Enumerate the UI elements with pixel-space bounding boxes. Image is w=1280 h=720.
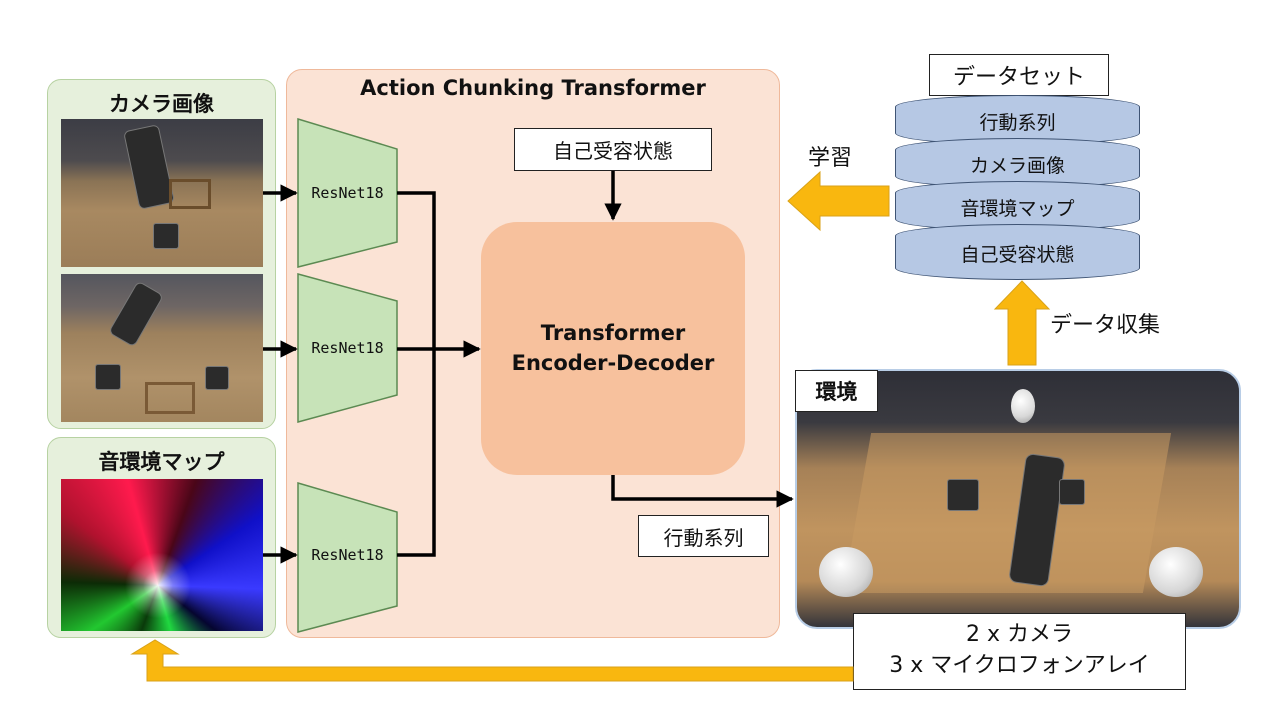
feedback-arrow [130,639,854,682]
collect-arrow [993,280,1051,366]
learn-arrow [787,170,890,232]
connector-layer [130,170,1051,682]
arrow-transformer-to-env [611,475,794,508]
encoder-merge-line [397,191,436,557]
